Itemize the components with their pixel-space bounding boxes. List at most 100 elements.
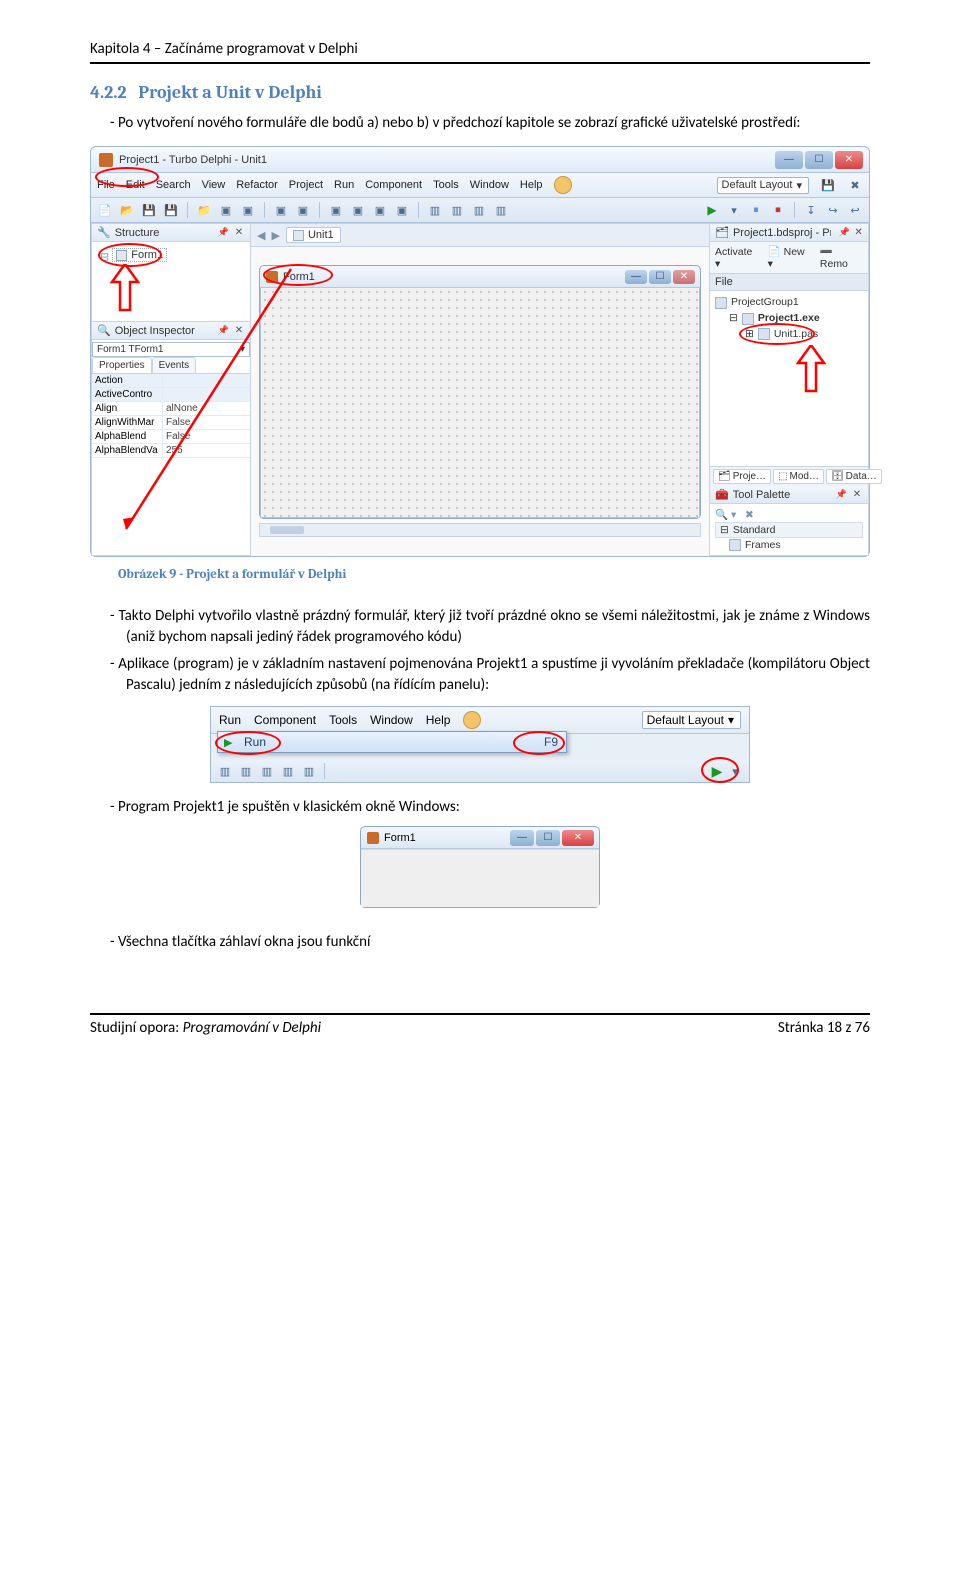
strip-menubar: Run Component Tools Window Help Default …: [211, 707, 749, 734]
tool-icon[interactable]: ▣: [295, 202, 311, 218]
tab-events[interactable]: Events: [152, 357, 197, 373]
menu-help[interactable]: Help: [426, 713, 451, 727]
menu-window[interactable]: Window: [370, 713, 413, 727]
tool-icon[interactable]: ▣: [273, 202, 289, 218]
run-dropdown-icon[interactable]: ▾: [726, 202, 742, 218]
close-icon[interactable]: ✕: [233, 227, 245, 239]
delete-layout-icon[interactable]: ✖: [847, 177, 863, 193]
step-icon[interactable]: ↪: [825, 202, 841, 218]
menu-window[interactable]: Window: [470, 179, 509, 191]
menu-search[interactable]: Search: [156, 179, 191, 191]
pause-icon[interactable]: ⏸: [748, 202, 764, 218]
tool-icon[interactable]: ▣: [218, 202, 234, 218]
design-surface[interactable]: [260, 288, 700, 518]
menu-file[interactable]: File: [97, 179, 115, 191]
close-icon[interactable]: ✕: [851, 489, 863, 501]
step-icon[interactable]: ↧: [803, 202, 819, 218]
palette-item-frames[interactable]: Frames: [715, 538, 863, 552]
menu-refactor[interactable]: Refactor: [236, 179, 278, 191]
saveall-icon[interactable]: 💾: [163, 202, 179, 218]
object-inspector-panel: 🔍 Object Inspector 📌 ✕ Form1 TForm1 ▾ Pr…: [92, 322, 250, 458]
open-icon[interactable]: 📂: [119, 202, 135, 218]
new-icon[interactable]: 📄: [97, 202, 113, 218]
form-titlebar: Form1 — ☐ ✕: [361, 827, 599, 849]
run-icon[interactable]: ▶: [704, 202, 720, 218]
maximize-button[interactable]: ☐: [649, 270, 671, 284]
page-header: Kapitola 4 – Začínáme programovat v Delp…: [90, 40, 870, 64]
menu-tools[interactable]: Tools: [433, 179, 459, 191]
menu-edit[interactable]: Edit: [126, 179, 145, 191]
tool-icon[interactable]: ▣: [394, 202, 410, 218]
run-icon[interactable]: ▶: [709, 763, 725, 779]
align-icon[interactable]: ▥: [471, 202, 487, 218]
minimize-button[interactable]: —: [625, 270, 647, 284]
activate-button[interactable]: Activate ▾: [715, 246, 760, 270]
menu-help[interactable]: Help: [520, 179, 543, 191]
align-icon[interactable]: ▥: [280, 763, 296, 779]
stop-icon[interactable]: ⏹: [770, 202, 786, 218]
tree-exe[interactable]: ⊟ Project1.exe: [715, 311, 863, 327]
structure-form-node[interactable]: Form1: [112, 248, 167, 262]
oi-object-selector[interactable]: Form1 TForm1 ▾: [92, 342, 250, 357]
tool-icon[interactable]: ▣: [350, 202, 366, 218]
palette-category-standard[interactable]: ⊟ Standard: [715, 522, 863, 538]
tree-root[interactable]: ProjectGroup1: [715, 295, 863, 311]
run-dropdown-icon[interactable]: ▾: [727, 763, 743, 779]
tool-icon[interactable]: ▣: [372, 202, 388, 218]
menu-run[interactable]: Run: [334, 179, 354, 191]
close-button[interactable]: ✕: [562, 830, 594, 846]
menu-run[interactable]: Run: [219, 713, 241, 727]
close-icon[interactable]: ✕: [854, 227, 863, 239]
align-icon[interactable]: ▥: [217, 763, 233, 779]
menu-project[interactable]: Project: [289, 179, 323, 191]
menu-tools[interactable]: Tools: [329, 713, 357, 727]
minimize-button[interactable]: —: [775, 151, 803, 169]
step-icon[interactable]: ↩: [847, 202, 863, 218]
align-icon[interactable]: ▥: [449, 202, 465, 218]
subtab-data[interactable]: 🗄 Data…: [826, 469, 882, 484]
pin-icon[interactable]: 📌: [218, 227, 229, 238]
tab-unit1[interactable]: Unit1: [286, 227, 341, 243]
project-title: Project1.bdsproj - Projec…: [733, 227, 831, 239]
tab-nav-right-icon[interactable]: ▶: [271, 229, 279, 242]
save-icon[interactable]: 💾: [141, 202, 157, 218]
pin-icon[interactable]: 📌: [218, 325, 229, 336]
close-icon[interactable]: ✕: [233, 325, 245, 337]
maximize-button[interactable]: ☐: [536, 830, 560, 846]
remove-button[interactable]: ➖ Remo: [820, 245, 863, 270]
align-icon[interactable]: ▥: [493, 202, 509, 218]
pin-icon[interactable]: 📌: [836, 489, 847, 500]
subtab-project[interactable]: 🗂 Proje…: [713, 469, 771, 484]
save-layout-icon[interactable]: 💾: [820, 177, 836, 193]
menu-view[interactable]: View: [202, 179, 226, 191]
maximize-button[interactable]: ☐: [805, 151, 833, 169]
tab-properties[interactable]: Properties: [92, 357, 152, 373]
horizontal-scrollbar[interactable]: [259, 523, 701, 537]
pin-icon[interactable]: 📌: [839, 227, 850, 238]
design-form-window[interactable]: Form1 — ☐ ✕: [259, 265, 701, 519]
align-icon[interactable]: ▥: [238, 763, 254, 779]
ide-right-column: 🗂 Project1.bdsproj - Projec… 📌 ✕ Activat…: [709, 223, 869, 556]
run-menu-dropdown: ▶ Run F9: [217, 731, 567, 753]
layout-selector[interactable]: Default Layout ▾: [717, 177, 809, 194]
tab-nav-left-icon[interactable]: ◀: [257, 229, 265, 242]
chevron-down-icon: ▾: [240, 344, 245, 355]
align-icon[interactable]: ▥: [259, 763, 275, 779]
menu-item-run[interactable]: ▶ Run F9: [218, 732, 566, 752]
close-button[interactable]: ✕: [673, 270, 695, 284]
tool-palette-header: 🧰 Tool Palette 📌 ✕: [710, 486, 868, 504]
minimize-button[interactable]: —: [510, 830, 534, 846]
subtab-model[interactable]: ⬚ Mod…: [773, 469, 824, 484]
tree-unit[interactable]: ⊞ Unit1.pas: [715, 327, 863, 343]
align-icon[interactable]: ▥: [301, 763, 317, 779]
strip-toolbar: ▥ ▥ ▥ ▥ ▥ ▶ ▾: [211, 760, 749, 782]
folder-icon[interactable]: 📁: [196, 202, 212, 218]
menu-component[interactable]: Component: [365, 179, 422, 191]
new-button[interactable]: 📄 New ▾: [768, 245, 812, 270]
menu-component[interactable]: Component: [254, 713, 316, 727]
tool-icon[interactable]: ▣: [240, 202, 256, 218]
layout-selector[interactable]: Default Layout ▾: [642, 711, 741, 729]
tool-icon[interactable]: ▣: [328, 202, 344, 218]
align-icon[interactable]: ▥: [427, 202, 443, 218]
close-button[interactable]: ✕: [835, 151, 863, 169]
